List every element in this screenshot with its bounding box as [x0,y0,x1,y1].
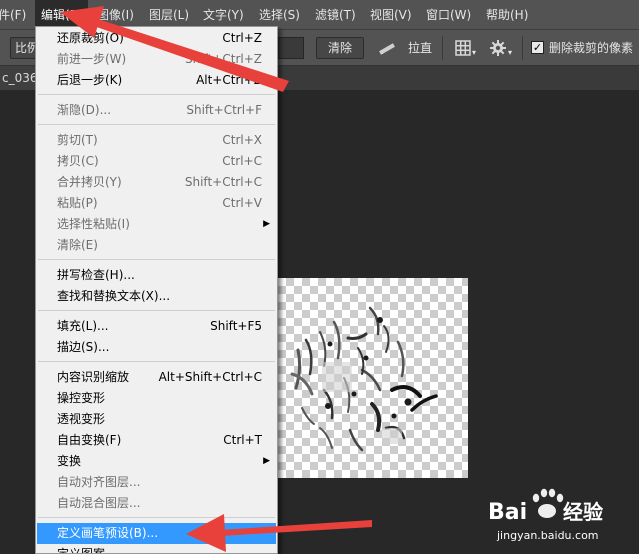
menu-item-content-aware-scale[interactable]: 内容识别缩放 Alt+Shift+Ctrl+C [37,367,276,388]
edit-dropdown-menu: 还原裁剪(O) Ctrl+Z 前进一步(W) Shift+Ctrl+Z 后退一步(K… [35,26,278,554]
submenu-arrow-icon: ▶ [263,456,270,466]
menu-window[interactable]: 窗口(W) [426,0,471,30]
ratio-dropdown[interactable]: 比例 [10,37,39,59]
divider [522,36,523,60]
menu-item-puppet-warp[interactable]: 操控变形 [37,388,276,409]
menu-item-stroke[interactable]: 描边(S)... [37,337,276,358]
grid-overlay-icon[interactable] [454,37,472,59]
menu-item-clear[interactable]: 清除(E) [37,235,276,256]
menu-item-perspective-warp[interactable]: 透视变形 [37,409,276,430]
menu-separator [38,361,275,362]
menu-view[interactable]: 视图(V) [370,0,412,30]
clear-button-label: 清除 [327,41,352,55]
menu-item-copy-merged[interactable]: 合并拷贝(Y) Shift+Ctrl+C [37,172,276,193]
menu-item-step-backward[interactable]: 后退一步(K) Alt+Ctrl+Z [37,70,276,91]
menu-item-fill[interactable]: 填充(L)... Shift+F5 [37,316,276,337]
menu-item-define-pattern[interactable]: 定义图案 [37,544,276,553]
straighten-icon[interactable] [376,37,398,59]
menu-help[interactable]: 帮助(H) [486,0,528,30]
chevron-down-icon[interactable]: ▾ [472,42,476,64]
menu-item-transform[interactable]: 变换 ▶ [37,451,276,472]
menu-file[interactable]: 件(F) [0,0,26,30]
menu-item-cut[interactable]: 剪切(T) Ctrl+X [37,130,276,151]
menu-item-undo-crop[interactable]: 还原裁剪(O) Ctrl+Z [37,28,276,49]
menu-item-paste-special[interactable]: 选择性粘贴(I) ▶ [37,214,276,235]
submenu-arrow-icon: ▶ [263,219,270,229]
menu-item-find-replace-text[interactable]: 查找和替换文本(X)... [37,286,276,307]
chevron-down-icon[interactable]: ▾ [508,42,512,64]
menu-item-paste[interactable]: 粘贴(P) Ctrl+V [37,193,276,214]
clear-button[interactable]: 清除 [316,37,364,59]
menu-item-auto-align-layers[interactable]: 自动对齐图层... [37,472,276,493]
menu-filter[interactable]: 滤镜(T) [315,0,356,30]
menu-separator [38,259,275,260]
menu-separator [38,517,275,518]
menu-separator [38,94,275,95]
menu-item-step-forward[interactable]: 前进一步(W) Shift+Ctrl+Z [37,49,276,70]
menu-separator [38,124,275,125]
menu-separator [38,310,275,311]
menu-item-copy[interactable]: 拷贝(C) Ctrl+C [37,151,276,172]
menu-item-check-spelling[interactable]: 拼写检查(H)... [37,265,276,286]
ratio-value-field[interactable] [278,37,304,59]
divider [442,36,443,60]
document-tab[interactable]: c_036 [0,66,40,90]
delete-cropped-checkbox[interactable]: ✓ [531,41,544,54]
brush-artwork [290,306,438,452]
menu-item-free-transform[interactable]: 自由变换(F) Ctrl+T [37,430,276,451]
menu-item-define-brush-preset[interactable]: 定义画笔预设(B)... [37,523,276,544]
straighten-label[interactable]: 拉直 [408,37,432,59]
delete-cropped-label: 删除裁剪的像素 [549,41,634,55]
menu-item-auto-blend-layers[interactable]: 自动混合图层... [37,493,276,514]
gear-icon[interactable] [488,37,508,59]
document-canvas[interactable] [262,278,468,478]
menu-item-fade[interactable]: 渐隐(D)... Shift+Ctrl+F [37,100,276,121]
